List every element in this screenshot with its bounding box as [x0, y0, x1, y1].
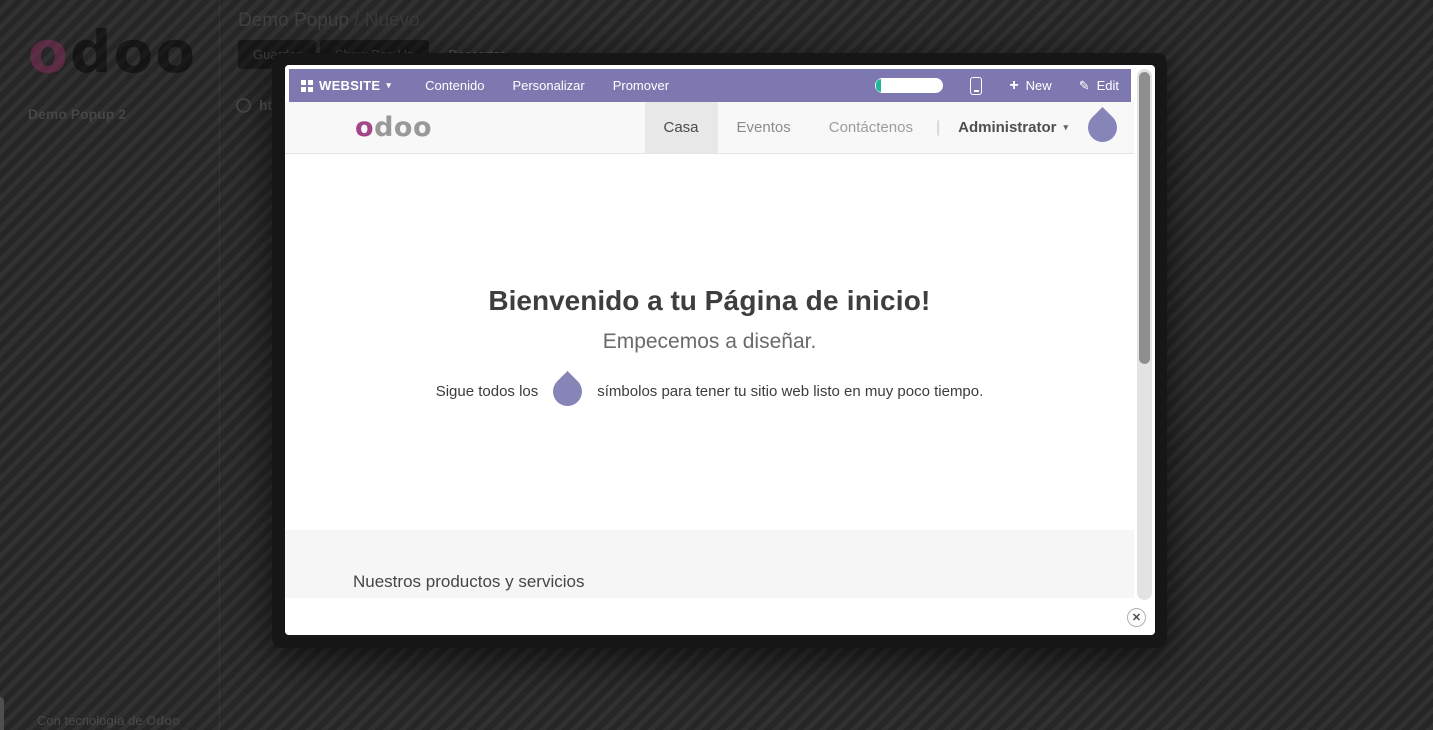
powered-by-text: Con tecnología de	[37, 713, 146, 728]
hero-title-emph: Página de inicio!	[705, 285, 931, 316]
powered-by-brand[interactable]: Odoo	[146, 713, 180, 728]
new-button-label: New	[1026, 78, 1052, 93]
site-logo-letter: o	[355, 112, 374, 143]
website-content: WEBSITE ▾ Contenido Personalizar Promove…	[285, 65, 1134, 600]
site-logo-letters: doo	[374, 112, 432, 143]
url-input[interactable]	[875, 78, 943, 93]
hero-title: Bienvenido a tu Página de inicio!	[285, 285, 1134, 317]
radio-icon[interactable]	[236, 98, 251, 113]
site-navbar: odoo Casa Eventos Contáctenos | Administ…	[285, 102, 1134, 154]
corner-panel-edge	[0, 697, 4, 730]
menu-item-customize[interactable]: Personalizar	[502, 78, 594, 93]
mobile-preview-icon[interactable]	[970, 77, 982, 95]
hero-subtitle: Empecemos a diseñar.	[285, 330, 1134, 354]
logo-letter: o	[28, 18, 70, 86]
menu-item-promote[interactable]: Promover	[603, 78, 679, 93]
nav-tab-home[interactable]: Casa	[645, 102, 718, 153]
preview-scrollbar-thumb[interactable]	[1139, 72, 1150, 364]
tour-drop-icon[interactable]	[1082, 107, 1123, 148]
user-menu[interactable]: Administrator ▾	[944, 102, 1082, 153]
sidebar-divider	[219, 0, 220, 730]
preview-scrollbar-track[interactable]	[1137, 69, 1152, 600]
menu-item-content[interactable]: Contenido	[415, 78, 494, 93]
pencil-icon: ✎	[1079, 79, 1090, 92]
user-menu-label: Administrator	[958, 119, 1056, 136]
website-editor-toolbar: WEBSITE ▾ Contenido Personalizar Promove…	[289, 69, 1131, 102]
odoo-backend-logo: odoo	[28, 18, 197, 86]
products-section: Nuestros productos y servicios	[285, 530, 1134, 598]
hint-text-after: símbolos para tener tu sitio web listo e…	[597, 383, 983, 400]
powered-by-footer: Con tecnología de Odoo	[37, 713, 180, 728]
hero-section: Bienvenido a tu Página de inicio! Empece…	[285, 154, 1134, 530]
chevron-down-icon: ▾	[1063, 122, 1068, 133]
website-menu-label: WEBSITE	[319, 78, 380, 93]
nav-tab-contact[interactable]: Contáctenos	[810, 102, 932, 153]
hero-hint: Sigue todos los símbolos para tener tu s…	[285, 377, 1134, 406]
dialog-footer: ✕	[285, 600, 1155, 635]
record-name-label: Demo Popup 2	[28, 106, 126, 122]
toolbar-right-group: + New ✎ Edit	[875, 77, 1119, 95]
hero-title-lead: Bienvenido a tu	[488, 285, 704, 316]
tour-drop-icon	[547, 371, 588, 412]
chevron-down-icon: ▾	[386, 80, 391, 91]
hint-text-before: Sigue todos los	[436, 383, 539, 400]
edit-button-label: Edit	[1097, 78, 1119, 93]
website-preview-dialog: WEBSITE ▾ Contenido Personalizar Promove…	[272, 53, 1167, 648]
new-page-button[interactable]: + New	[1009, 78, 1051, 94]
apps-grid-icon	[301, 80, 313, 92]
website-menu-button[interactable]: WEBSITE ▾	[301, 78, 391, 93]
products-section-title: Nuestros productos y servicios	[353, 572, 1134, 592]
plus-icon: +	[1009, 78, 1018, 94]
breadcrumb: Demo Popup / Nuevo	[238, 10, 420, 32]
breadcrumb-link[interactable]: Demo Popup	[238, 10, 349, 31]
toolbar-menu-items: Contenido Personalizar Promover	[415, 78, 687, 93]
edit-button[interactable]: ✎ Edit	[1079, 78, 1119, 93]
loading-progress-bar	[876, 79, 881, 92]
logo-letters: doo	[70, 18, 197, 86]
nav-tab-events[interactable]: Eventos	[718, 102, 810, 153]
site-logo[interactable]: odoo	[355, 112, 432, 143]
close-icon[interactable]: ✕	[1127, 608, 1146, 627]
nav-separator: |	[932, 119, 944, 137]
breadcrumb-current: / Nuevo	[349, 10, 420, 31]
website-preview-frame: WEBSITE ▾ Contenido Personalizar Promove…	[285, 65, 1155, 635]
site-nav-links: Casa Eventos Contáctenos | Administrator…	[645, 102, 1118, 153]
